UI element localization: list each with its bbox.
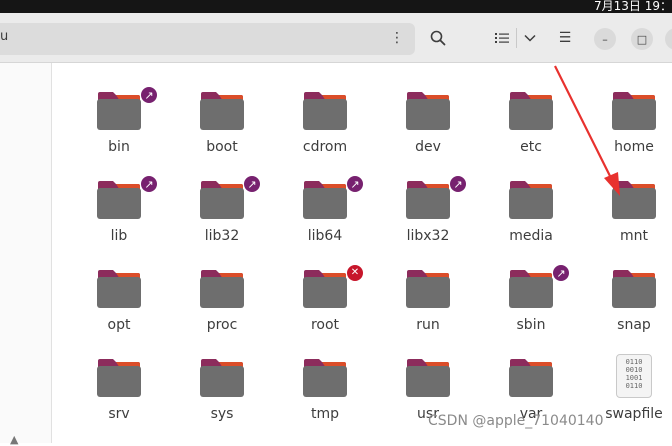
annotation-arrow <box>554 65 620 196</box>
watermark: CSDN @apple_71040140 <box>428 413 604 429</box>
